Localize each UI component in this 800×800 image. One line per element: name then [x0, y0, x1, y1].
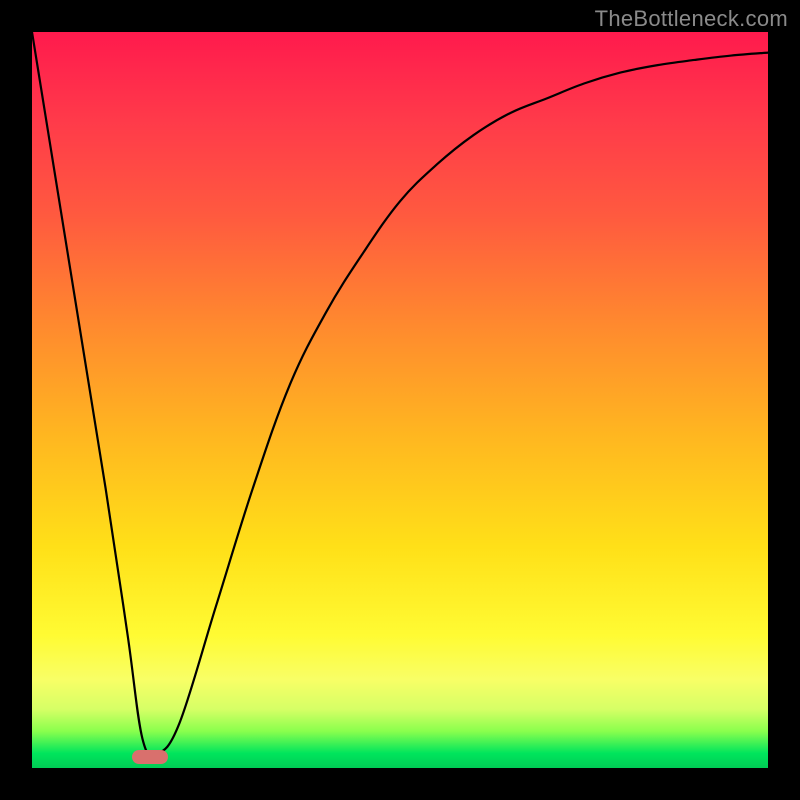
optimal-marker [132, 750, 168, 764]
watermark-text: TheBottleneck.com [595, 6, 788, 32]
bottleneck-curve [32, 32, 768, 768]
chart-frame: TheBottleneck.com [0, 0, 800, 800]
plot-area [32, 32, 768, 768]
curve-path [32, 32, 768, 755]
